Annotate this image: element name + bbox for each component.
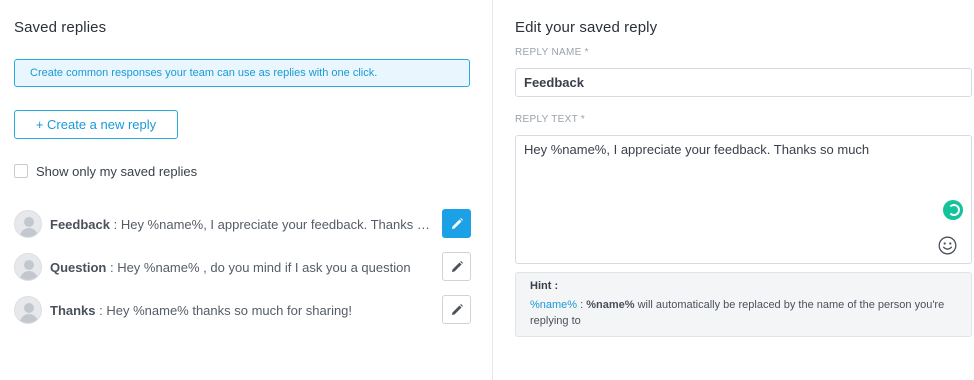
pencil-icon [451, 303, 463, 315]
edit-reply-button[interactable] [442, 209, 471, 238]
reply-item-thanks[interactable]: Thanks : Hey %name% thanks so much for s… [14, 295, 471, 325]
edit-reply-button[interactable] [442, 295, 471, 324]
saved-replies-panel: Saved replies Create common responses yo… [0, 0, 492, 380]
emoji-icon[interactable] [938, 236, 957, 255]
hint-bold-variable: %name% [586, 299, 635, 311]
reply-summary[interactable]: Feedback : Hey %name%, I appreciate your… [50, 217, 432, 232]
edit-reply-button[interactable] [442, 252, 471, 281]
hint-box: Hint : %name% : %name% will automaticall… [515, 272, 972, 337]
reply-separator: : [109, 216, 121, 232]
info-banner: Create common responses your team can us… [14, 59, 470, 87]
reply-name-input[interactable]: Feedback [515, 68, 972, 97]
reply-preview: Hey %name% , do you mind if I ask you a … [117, 259, 411, 275]
reply-name: Feedback [50, 216, 110, 232]
hint-description: will automatically be replaced by the na… [634, 299, 945, 311]
reply-name: Question [50, 259, 107, 275]
edit-reply-title: Edit your saved reply [515, 19, 658, 36]
reply-item-question[interactable]: Question : Hey %name% , do you mind if I… [14, 252, 471, 282]
avatar [14, 253, 42, 281]
hint-title: Hint : [530, 280, 559, 292]
avatar [14, 210, 42, 238]
reply-preview: Hey %name% thanks so much for sharing! [106, 302, 353, 318]
reply-summary[interactable]: Thanks : Hey %name% thanks so much for s… [50, 303, 432, 318]
reply-separator: : [95, 302, 107, 318]
saved-replies-title: Saved replies [14, 19, 107, 36]
hint-variable: %name% [530, 299, 578, 311]
pencil-icon [451, 217, 463, 229]
create-new-reply-button[interactable]: + Create a new reply [14, 110, 178, 139]
filter-checkbox-label[interactable]: Show only my saved replies [36, 164, 197, 179]
hint-line-2: replying to [530, 315, 581, 327]
reply-text-value: Hey %name%, I appreciate your feedback. … [524, 142, 870, 157]
reply-name: Thanks [50, 302, 96, 318]
reply-preview: Hey %name%, I appreciate your feedback. … [120, 216, 432, 232]
reply-name-label: REPLY NAME * [515, 47, 589, 58]
grammarly-icon[interactable] [943, 200, 963, 220]
avatar [14, 296, 42, 324]
hint-line-1: %name% : %name% will automatically be re… [530, 297, 957, 313]
filter-my-replies[interactable]: Show only my saved replies [14, 163, 197, 179]
edit-reply-panel: Edit your saved reply REPLY NAME * Feedb… [493, 0, 974, 380]
filter-checkbox[interactable] [14, 164, 28, 178]
reply-text-area[interactable]: Hey %name%, I appreciate your feedback. … [515, 135, 972, 264]
reply-item-feedback[interactable]: Feedback : Hey %name%, I appreciate your… [14, 209, 471, 239]
reply-text-label: REPLY TEXT * [515, 114, 586, 125]
pencil-icon [451, 260, 463, 272]
hint-separator: : [577, 299, 587, 311]
reply-summary[interactable]: Question : Hey %name% , do you mind if I… [50, 260, 432, 275]
reply-separator: : [106, 259, 118, 275]
